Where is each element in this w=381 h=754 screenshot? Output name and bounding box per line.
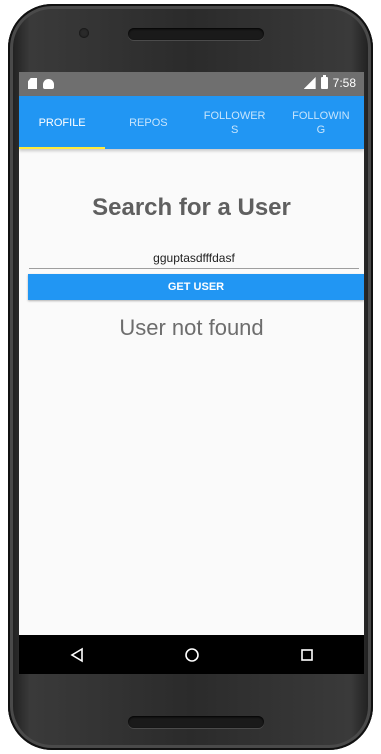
earpiece-speaker xyxy=(128,28,264,40)
tab-label: FOLLOWERS xyxy=(203,109,266,136)
home-icon xyxy=(184,647,199,662)
status-bar: 7:58 xyxy=(19,72,364,96)
android-icon xyxy=(43,79,54,89)
navigation-bar xyxy=(19,635,364,674)
page-title: Search for a User xyxy=(92,194,291,221)
recents-button[interactable] xyxy=(287,640,327,670)
get-user-button[interactable]: GET USER xyxy=(28,274,364,300)
tab-followers[interactable]: FOLLOWERS xyxy=(192,96,278,149)
back-icon xyxy=(69,647,83,662)
username-input[interactable] xyxy=(29,248,359,269)
back-button[interactable] xyxy=(57,640,97,670)
tab-repos[interactable]: REPOS xyxy=(105,96,191,149)
signal-icon xyxy=(303,77,316,89)
tab-bar: PROFILE REPOS FOLLOWERS FOLLOWING xyxy=(19,96,364,149)
bottom-speaker xyxy=(128,716,264,728)
tab-label: REPOS xyxy=(129,116,168,129)
battery-icon xyxy=(320,75,328,89)
front-camera xyxy=(79,28,89,38)
status-time: 7:58 xyxy=(332,76,356,90)
result-message: User not found xyxy=(119,315,264,340)
tab-profile[interactable]: PROFILE xyxy=(19,96,106,149)
tab-label: PROFILE xyxy=(38,116,86,129)
app-screen: 7:58 PROFILE REPOS FOLLOWERS FOLLOWING S… xyxy=(19,72,364,674)
home-button[interactable] xyxy=(172,640,212,670)
recents-icon xyxy=(300,648,313,661)
sd-card-icon xyxy=(28,78,37,89)
tab-label: FOLLOWING xyxy=(292,109,350,136)
tab-following[interactable]: FOLLOWING xyxy=(278,96,364,149)
